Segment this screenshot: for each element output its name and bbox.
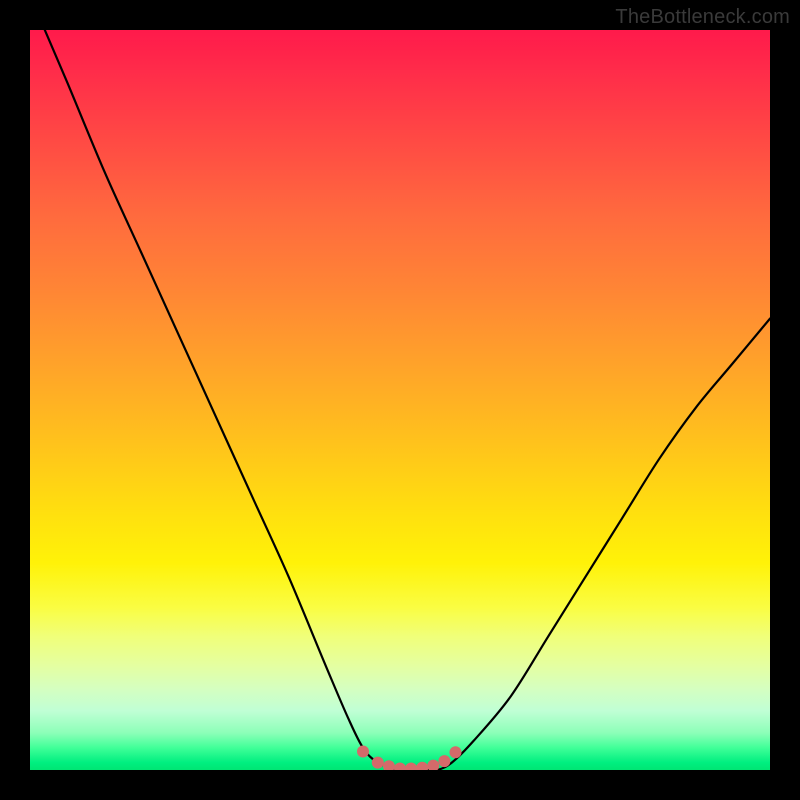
attribution-label: TheBottleneck.com (615, 6, 790, 29)
valley-marker (427, 760, 439, 770)
valley-marker (357, 746, 369, 758)
valley-marker (394, 763, 406, 771)
valley-marker (372, 757, 384, 769)
valley-marker (438, 755, 450, 767)
chart-stage: TheBottleneck.com (0, 0, 800, 800)
valley-marker (416, 762, 428, 770)
bottleneck-curve-svg (30, 30, 770, 770)
plot-area (30, 30, 770, 770)
valley-marker (383, 760, 395, 770)
bottleneck-curve-path (45, 30, 770, 770)
valley-marker (405, 763, 417, 771)
valley-marker (450, 746, 462, 758)
